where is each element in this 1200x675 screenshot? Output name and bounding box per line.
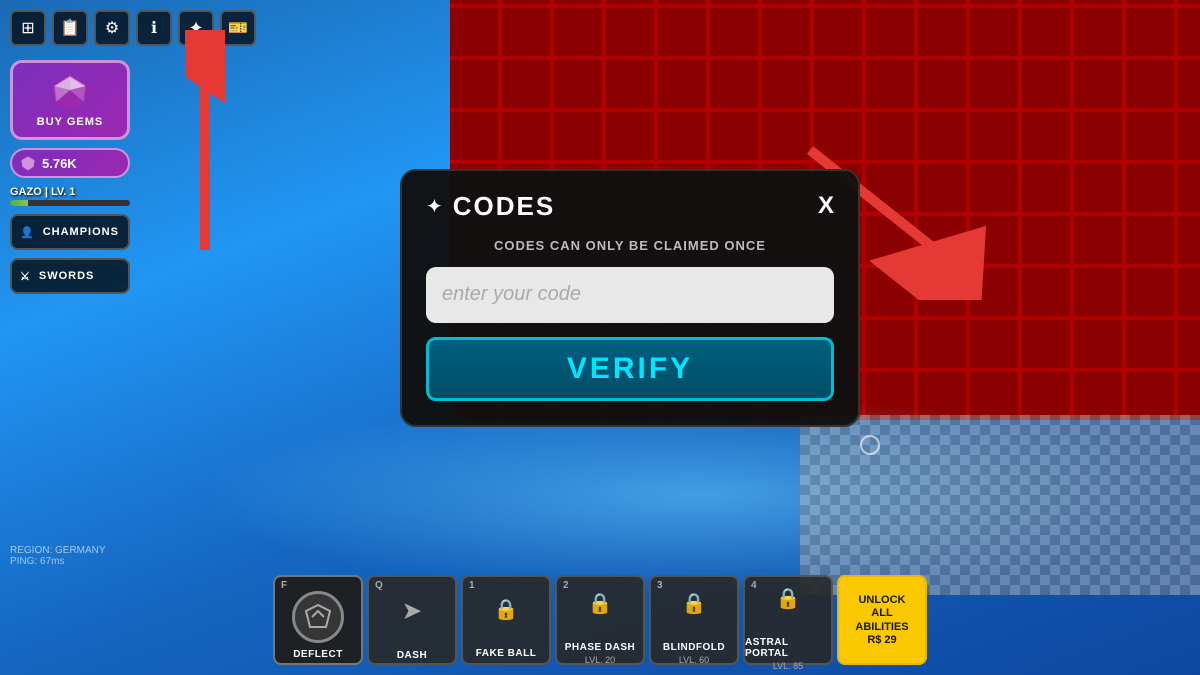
codes-modal: ✦ CODES X CODES CAN ONLY BE CLAIMED ONCE… (400, 169, 860, 427)
verify-button[interactable]: VERIFY (426, 337, 834, 401)
modal-overlay: ✦ CODES X CODES CAN ONLY BE CLAIMED ONCE… (0, 0, 1200, 675)
modal-title-group: ✦ CODES (426, 191, 555, 222)
modal-header: ✦ CODES X (426, 191, 834, 222)
modal-close-button[interactable]: X (818, 194, 834, 218)
sparkle-icon: ✦ (426, 194, 443, 219)
modal-title: CODES (453, 191, 555, 222)
code-input[interactable] (426, 267, 834, 323)
modal-subtitle: CODES CAN ONLY BE CLAIMED ONCE (426, 238, 834, 253)
